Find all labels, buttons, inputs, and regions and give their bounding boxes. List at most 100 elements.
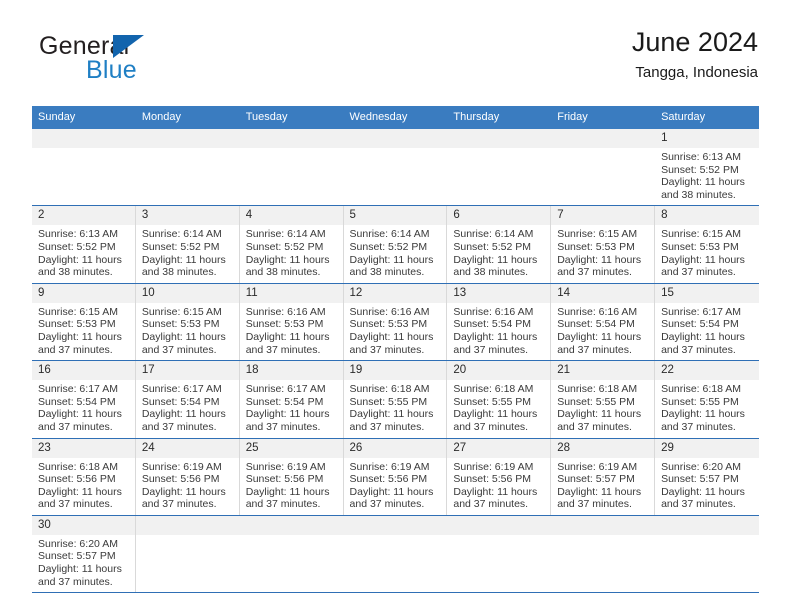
- calendar-cell: 10 Sunrise: 6:15 AM Sunset: 5:53 PM Dayligh…: [135, 283, 240, 361]
- day-cell[interactable]: 15 Sunrise: 6:17 AM Sunset: 5:54 PM Dayligh…: [655, 283, 759, 360]
- daylight-text-line2: and 37 minutes.: [141, 420, 217, 433]
- day-cell[interactable]: 4 Sunrise: 6:14 AM Sunset: 5:52 PM Daylight…: [239, 206, 344, 283]
- daylight-text-line2: and 37 minutes.: [245, 343, 321, 356]
- calendar-cell: 26 Sunrise: 6:19 AM Sunset: 5:56 PM Dayligh…: [343, 438, 448, 515]
- day-cell[interactable]: 13 Sunrise: 6:16 AM Sunset: 5:54 PM Dayligh…: [447, 283, 552, 361]
- day-details: Sunrise: 6:14 AM Sunset: 5:52 PM Daylight:…: [136, 225, 239, 282]
- daylight-text-line1: Daylight: 11 hours: [661, 176, 745, 189]
- day-cell[interactable]: 9 Sunrise: 6:15 AM Sunset: 5:53 PM Daylight…: [32, 283, 136, 361]
- brand-logo[interactable]: General Blue: [32, 32, 252, 94]
- day-cell[interactable]: 6 Sunrise: 6:14 AM Sunset: 5:52 PM Daylight…: [447, 206, 552, 283]
- day-cell[interactable]: 25 Sunrise: 6:19 AM Sunset: 5:56 PM Dayligh…: [239, 438, 344, 515]
- sunset-text: Sunset: 5:56 PM: [141, 473, 220, 486]
- daylight-text-line2: and 37 minutes.: [557, 498, 632, 511]
- day-cell[interactable]: 27 Sunrise: 6:19 AM Sunset: 5:56 PM Dayligh…: [447, 438, 552, 515]
- day-number: 21: [551, 361, 655, 381]
- daylight-text-line2: and 37 minutes.: [661, 420, 736, 433]
- day-cell-empty: [551, 129, 656, 201]
- day-cell[interactable]: 12 Sunrise: 6:16 AM Sunset: 5:53 PM Dayligh…: [343, 283, 448, 361]
- calendar-cell: 23 Sunrise: 6:18 AM Sunset: 5:56 PM Dayligh…: [32, 438, 136, 515]
- day-cell[interactable]: 3 Sunrise: 6:14 AM Sunset: 5:52 PM Daylight…: [135, 206, 240, 283]
- sunset-text: Sunset: 5:55 PM: [557, 395, 635, 408]
- sunrise-text: Sunrise: 6:16 AM: [245, 305, 326, 318]
- day-details: Sunrise: 6:18 AM Sunset: 5:55 PM Daylight:…: [655, 380, 759, 437]
- daylight-text-line2: and 38 minutes.: [141, 266, 217, 279]
- day-cell[interactable]: 16 Sunrise: 6:17 AM Sunset: 5:54 PM Dayligh…: [32, 361, 136, 438]
- calendar-cell: 22 Sunrise: 6:18 AM Sunset: 5:55 PM Dayligh…: [655, 361, 759, 438]
- calendar-cell: 28 Sunrise: 6:19 AM Sunset: 5:57 PM Dayligh…: [551, 438, 656, 515]
- sunrise-text: Sunrise: 6:15 AM: [141, 305, 222, 318]
- calendar-cell: 27 Sunrise: 6:19 AM Sunset: 5:56 PM Dayligh…: [447, 438, 552, 515]
- day-cell[interactable]: 1 Sunrise: 6:13 AM Sunset: 5:52 PM Daylight…: [655, 129, 759, 205]
- sunset-text: Sunset: 5:55 PM: [349, 395, 428, 408]
- day-cell[interactable]: 17 Sunrise: 6:17 AM Sunset: 5:54 PM Dayligh…: [135, 361, 240, 438]
- sunrise-text: Sunrise: 6:15 AM: [661, 228, 742, 241]
- sunrise-text: Sunrise: 6:16 AM: [453, 305, 534, 318]
- day-number: 4: [239, 206, 343, 226]
- day-cell[interactable]: 14 Sunrise: 6:16 AM Sunset: 5:54 PM Dayligh…: [551, 283, 656, 361]
- daylight-text-line1: Daylight: 11 hours: [453, 408, 538, 421]
- daylight-text-line2: and 37 minutes.: [661, 343, 736, 356]
- sunset-text: Sunset: 5:54 PM: [141, 395, 220, 408]
- day-cell[interactable]: 24 Sunrise: 6:19 AM Sunset: 5:56 PM Dayligh…: [135, 438, 240, 515]
- sunset-text: Sunset: 5:53 PM: [38, 318, 116, 331]
- day-cell[interactable]: 18 Sunrise: 6:17 AM Sunset: 5:54 PM Dayligh…: [239, 361, 344, 438]
- page-subtitle: Tangga, Indonesia: [635, 64, 758, 81]
- calendar-cell: 16 Sunrise: 6:17 AM Sunset: 5:54 PM Dayligh…: [32, 361, 136, 438]
- calendar-week-row: 9 Sunrise: 6:15 AM Sunset: 5:53 PM Daylight…: [32, 283, 759, 361]
- day-cell-empty: [343, 129, 448, 201]
- daylight-text-line1: Daylight: 11 hours: [141, 330, 226, 343]
- day-details: Sunrise: 6:19 AM Sunset: 5:56 PM Daylight:…: [447, 458, 550, 515]
- calendar-cell: 5 Sunrise: 6:14 AM Sunset: 5:52 PM Daylight…: [343, 206, 448, 283]
- day-cell[interactable]: 2 Sunrise: 6:13 AM Sunset: 5:52 PM Daylight…: [32, 206, 136, 283]
- day-cell[interactable]: 29 Sunrise: 6:20 AM Sunset: 5:57 PM Dayligh…: [655, 438, 759, 515]
- day-number: [135, 515, 240, 535]
- daylight-text-line1: Daylight: 11 hours: [141, 408, 226, 421]
- daylight-text-line2: and 38 minutes.: [453, 266, 529, 279]
- day-cell-empty: [551, 515, 656, 592]
- calendar-week-row: 16 Sunrise: 6:17 AM Sunset: 5:54 PM Dayligh…: [32, 361, 759, 438]
- day-number: 30: [32, 515, 135, 535]
- day-details: Sunrise: 6:17 AM Sunset: 5:54 PM Daylight:…: [240, 380, 343, 437]
- day-cell[interactable]: 20 Sunrise: 6:18 AM Sunset: 5:55 PM Dayligh…: [447, 361, 552, 438]
- day-number: [655, 515, 759, 535]
- brand-name-blue: Blue: [86, 56, 137, 84]
- day-number: [32, 129, 136, 148]
- day-cell-empty: [239, 515, 344, 592]
- sunset-text: Sunset: 5:54 PM: [453, 318, 532, 331]
- day-cell[interactable]: 8 Sunrise: 6:15 AM Sunset: 5:53 PM Daylight…: [655, 206, 759, 282]
- day-cell[interactable]: 10 Sunrise: 6:15 AM Sunset: 5:53 PM Dayligh…: [135, 283, 240, 361]
- day-cell-empty: [239, 129, 344, 201]
- day-cell[interactable]: 21 Sunrise: 6:18 AM Sunset: 5:55 PM Dayligh…: [551, 361, 656, 438]
- day-cell[interactable]: 23 Sunrise: 6:18 AM Sunset: 5:56 PM Dayligh…: [32, 438, 136, 515]
- page-title: June 2024: [631, 27, 758, 57]
- day-number: [135, 129, 240, 148]
- day-details: Sunrise: 6:16 AM Sunset: 5:54 PM Daylight:…: [551, 303, 654, 360]
- daylight-text-line1: Daylight: 11 hours: [661, 485, 745, 498]
- sunrise-text: Sunrise: 6:14 AM: [141, 228, 222, 241]
- day-cell[interactable]: 26 Sunrise: 6:19 AM Sunset: 5:56 PM Dayligh…: [343, 438, 448, 515]
- sunset-text: Sunset: 5:54 PM: [38, 395, 116, 408]
- day-cell[interactable]: 28 Sunrise: 6:19 AM Sunset: 5:57 PM Dayligh…: [551, 438, 656, 515]
- sunrise-text: Sunrise: 6:17 AM: [141, 383, 222, 396]
- day-cell[interactable]: 30 Sunrise: 6:20 AM Sunset: 5:57 PM Dayligh…: [32, 515, 136, 593]
- sunrise-text: Sunrise: 6:18 AM: [661, 383, 742, 396]
- day-cell[interactable]: 22 Sunrise: 6:18 AM Sunset: 5:55 PM Dayligh…: [655, 361, 759, 437]
- day-number: 27: [447, 438, 551, 458]
- weekday-header-sunday: Sunday: [32, 106, 136, 129]
- day-cell[interactable]: 5 Sunrise: 6:14 AM Sunset: 5:52 PM Daylight…: [343, 206, 448, 283]
- day-details: Sunrise: 6:18 AM Sunset: 5:55 PM Daylight:…: [447, 380, 550, 437]
- day-cell[interactable]: 19 Sunrise: 6:18 AM Sunset: 5:55 PM Dayligh…: [343, 361, 448, 438]
- calendar-cell: [239, 129, 344, 206]
- day-details: Sunrise: 6:15 AM Sunset: 5:53 PM Daylight:…: [551, 225, 654, 282]
- daylight-text-line1: Daylight: 11 hours: [453, 330, 538, 343]
- day-cell[interactable]: 11 Sunrise: 6:16 AM Sunset: 5:53 PM Dayligh…: [239, 283, 344, 361]
- daylight-text-line1: Daylight: 11 hours: [661, 253, 745, 266]
- calendar-cell: 21 Sunrise: 6:18 AM Sunset: 5:55 PM Dayligh…: [551, 361, 656, 438]
- calendar-cell: [343, 129, 448, 206]
- day-details: Sunrise: 6:17 AM Sunset: 5:54 PM Daylight:…: [32, 380, 135, 437]
- day-cell[interactable]: 7 Sunrise: 6:15 AM Sunset: 5:53 PM Daylight…: [551, 206, 656, 283]
- sunrise-text: Sunrise: 6:15 AM: [38, 305, 118, 318]
- calendar-week-row: 23 Sunrise: 6:18 AM Sunset: 5:56 PM Dayligh…: [32, 438, 759, 516]
- daylight-text-line2: and 37 minutes.: [661, 498, 736, 511]
